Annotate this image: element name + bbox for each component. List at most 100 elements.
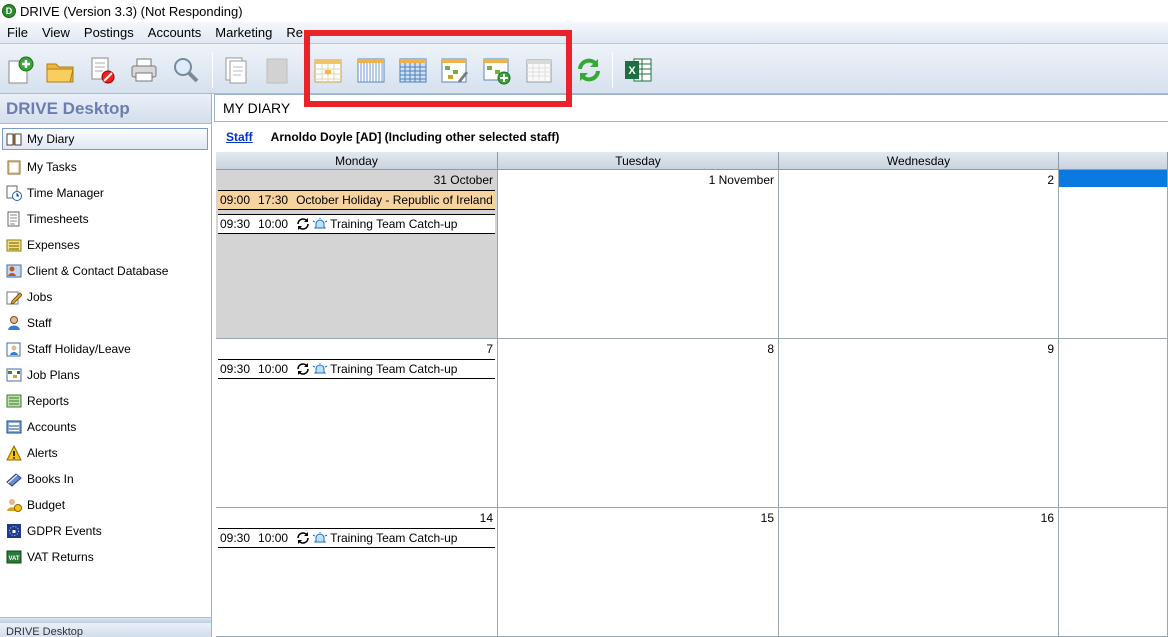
person-icon	[6, 315, 22, 331]
menu-marketing[interactable]: Marketing	[208, 22, 279, 44]
calendar-event[interactable]: 09:30 10:00 Training Team Catch-up	[218, 214, 495, 234]
day-cell[interactable]: 8	[498, 339, 779, 508]
print-icon[interactable]	[128, 54, 160, 86]
sidebar-item-expenses[interactable]: Expenses	[0, 232, 211, 258]
event-start: 09:00	[220, 193, 251, 207]
toolbar-separator	[612, 52, 613, 88]
menu-accounts[interactable]: Accounts	[141, 22, 208, 44]
sidebar-item-reports[interactable]: Reports	[0, 388, 211, 414]
open-folder-icon[interactable]	[44, 54, 76, 86]
delete-document-icon[interactable]	[86, 54, 118, 86]
menu-postings[interactable]: Postings	[77, 22, 141, 44]
date-label: 8	[767, 342, 774, 356]
alarm-icon	[312, 532, 328, 544]
day-cell[interactable]	[1059, 339, 1168, 508]
month-view-icon[interactable]	[397, 54, 429, 86]
copy-document-icon[interactable]	[220, 54, 252, 86]
day-cell[interactable]: 15	[498, 508, 779, 637]
day-header-thursday	[1059, 152, 1168, 170]
sidebar-item-label: Job Plans	[27, 368, 80, 382]
day-cell[interactable]: 1 November	[498, 170, 779, 339]
day-cell[interactable]	[1059, 170, 1168, 339]
day-header-monday: Monday	[216, 152, 498, 170]
timesheet-icon	[6, 211, 22, 227]
date-label: 1 November	[708, 173, 774, 187]
blank-calendar-icon[interactable]	[523, 54, 555, 86]
sidebar-item-label: Staff Holiday/Leave	[27, 342, 131, 356]
sidebar-item-label: Alerts	[27, 446, 58, 460]
sidebar-nav: My Diary My Tasks Time Manager Timesheet…	[0, 124, 211, 570]
event-title: Training Team Catch-up	[330, 217, 458, 231]
grid-icon	[6, 367, 22, 383]
main-panel: MY DIARY Staff Arnoldo Doyle [AD] (Inclu…	[214, 94, 1168, 637]
event-end: 10:00	[258, 362, 289, 376]
calendar-event[interactable]: 09:30 10:00 Training Team Catch-up	[218, 528, 495, 548]
sidebar-item-job-plans[interactable]: Job Plans	[0, 362, 211, 388]
sidebar-item-gdpr-events[interactable]: GDPR Events	[0, 518, 211, 544]
sidebar: DRIVE Desktop My Diary My Tasks Time Man…	[0, 94, 212, 637]
sidebar-item-timesheets[interactable]: Timesheets	[0, 206, 211, 232]
sidebar-item-staff-holiday-leave[interactable]: Staff Holiday/Leave	[0, 336, 211, 362]
refresh-icon[interactable]	[573, 54, 605, 86]
day-cell[interactable]: 16	[779, 508, 1059, 637]
sidebar-item-my-tasks[interactable]: My Tasks	[0, 154, 211, 180]
sidebar-item-label: Accounts	[27, 420, 77, 434]
day-header-wednesday: Wednesday	[779, 152, 1059, 170]
date-label: 14	[479, 511, 493, 525]
sidebar-item-books-in[interactable]: Books In	[0, 466, 211, 492]
title-bar: D DRIVE (Version 3.3) (Not Responding)	[0, 0, 1168, 22]
sidebar-footer[interactable]: DRIVE Desktop	[0, 623, 211, 637]
plan-add-icon[interactable]	[481, 54, 513, 86]
sidebar-item-alerts[interactable]: Alerts	[0, 440, 211, 466]
recurring-icon	[296, 532, 310, 544]
sidebar-item-client-contact-database[interactable]: Client & Contact Database	[0, 258, 211, 284]
clock-icon	[6, 185, 22, 201]
day-cell[interactable]: 9	[779, 339, 1059, 508]
event-end: 10:00	[258, 531, 289, 545]
excel-icon[interactable]: X	[622, 54, 654, 86]
selected-cell-highlight	[1059, 170, 1167, 187]
calendar-event[interactable]: 09:00 17:30 October Holiday - Republic o…	[218, 190, 495, 210]
day-view-icon[interactable]	[312, 54, 344, 86]
sidebar-item-label: Timesheets	[27, 212, 89, 226]
staff-link[interactable]: Staff	[226, 130, 253, 144]
day-cell[interactable]: 7 09:30 10:00 Training Team Catch-up	[216, 339, 498, 508]
sidebar-item-jobs[interactable]: Jobs	[0, 284, 211, 310]
pencil-icon	[6, 289, 22, 305]
svg-text:X: X	[628, 65, 636, 77]
day-cell[interactable]: 31 October 09:00 17:30 October Holiday -…	[216, 170, 498, 339]
calendar-event[interactable]: 09:30 10:00 Training Team Catch-up	[218, 359, 495, 379]
sidebar-item-budget[interactable]: Budget	[0, 492, 211, 518]
sidebar-item-label: Expenses	[27, 238, 80, 252]
date-label: 9	[1047, 342, 1054, 356]
day-cell[interactable]: 2	[779, 170, 1059, 339]
day-cell[interactable]: 14 09:30 10:00 Training Team Catch-up	[216, 508, 498, 637]
holiday-icon	[6, 341, 22, 357]
event-title: October Holiday - Republic of Ireland	[296, 193, 493, 207]
sidebar-item-label: My Tasks	[27, 160, 77, 174]
page-title-bar: MY DIARY	[214, 94, 1168, 122]
paste-disabled-icon[interactable]	[262, 54, 294, 86]
menu-re[interactable]: Re	[279, 22, 310, 44]
search-icon[interactable]	[170, 54, 202, 86]
alarm-icon	[312, 363, 328, 375]
sidebar-item-my-diary[interactable]: My Diary	[2, 128, 208, 150]
menu-view[interactable]: View	[35, 22, 77, 44]
sidebar-item-vat-returns[interactable]: VAT VAT Returns	[0, 544, 211, 570]
sidebar-item-label: Jobs	[27, 290, 53, 304]
sidebar-item-staff[interactable]: Staff	[0, 310, 211, 336]
date-label: 2	[1047, 173, 1054, 187]
date-label: 7	[486, 342, 493, 356]
sidebar-item-accounts[interactable]: Accounts	[0, 414, 211, 440]
report-icon	[6, 393, 22, 409]
menu-file[interactable]: File	[0, 22, 35, 44]
plan-edit-icon[interactable]	[439, 54, 471, 86]
sidebar-item-time-manager[interactable]: Time Manager	[0, 180, 211, 206]
new-document-icon[interactable]	[4, 54, 36, 86]
sidebar-item-label: My Diary	[27, 132, 75, 146]
event-start: 09:30	[220, 531, 251, 545]
day-header-tuesday: Tuesday	[498, 152, 779, 170]
week-view-icon[interactable]	[355, 54, 387, 86]
sidebar-item-label: Budget	[27, 498, 66, 512]
day-cell[interactable]	[1059, 508, 1168, 637]
